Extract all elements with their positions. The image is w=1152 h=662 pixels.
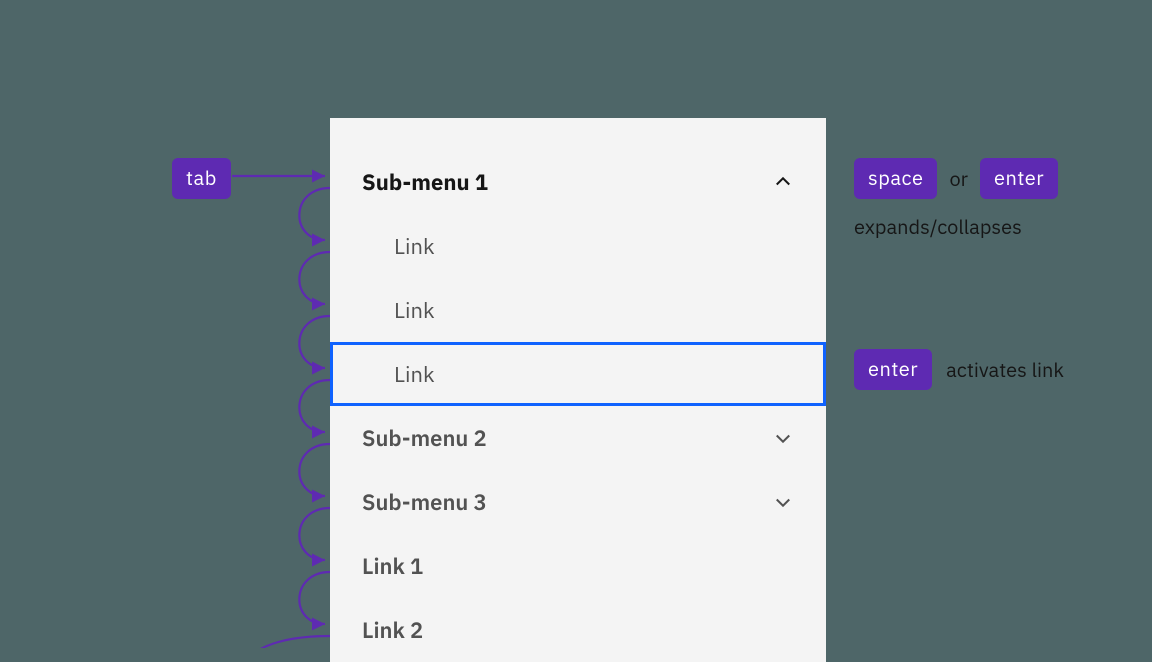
submenu-1-link-0[interactable]: Link: [330, 214, 826, 278]
chevron-up-icon: [772, 171, 794, 193]
submenu-2-header[interactable]: Sub-menu 2: [330, 406, 826, 470]
activates-link-text: activates link: [946, 356, 1064, 383]
chevron-down-icon: [772, 491, 794, 513]
link-2[interactable]: Link 2: [330, 598, 826, 662]
link-label: Link: [394, 296, 435, 325]
chevron-down-icon: [772, 427, 794, 449]
annotation-activates-link: enter activates link: [854, 349, 1064, 390]
space-keycap: space: [854, 158, 937, 199]
enter-keycap-2: enter: [854, 349, 932, 390]
link-1-label: Link 1: [362, 552, 423, 581]
submenu-3-label: Sub-menu 3: [362, 488, 487, 517]
submenu-1-label: Sub-menu 1: [362, 168, 488, 197]
annotation-key-row: space or enter: [854, 158, 1058, 199]
enter-keycap: enter: [980, 158, 1058, 199]
submenu-1-link-2-focused[interactable]: Link: [330, 342, 826, 406]
submenu-1-link-1[interactable]: Link: [330, 278, 826, 342]
submenu-2-label: Sub-menu 2: [362, 424, 487, 453]
submenu-1-header[interactable]: Sub-menu 1: [330, 150, 826, 214]
expand-collapse-text: expands/collapses: [854, 213, 1058, 240]
link-1[interactable]: Link 1: [330, 534, 826, 598]
link-2-label: Link 2: [362, 616, 423, 645]
annotation-expand-collapse: space or enter expands/collapses: [854, 158, 1058, 240]
link-label: Link: [394, 360, 435, 389]
tab-keycap: tab: [172, 158, 231, 199]
or-text: or: [949, 165, 968, 192]
link-label: Link: [394, 232, 435, 261]
submenu-3-header[interactable]: Sub-menu 3: [330, 470, 826, 534]
menu-panel: Sub-menu 1 Link Link Link Sub-menu 2 Sub…: [330, 118, 826, 662]
